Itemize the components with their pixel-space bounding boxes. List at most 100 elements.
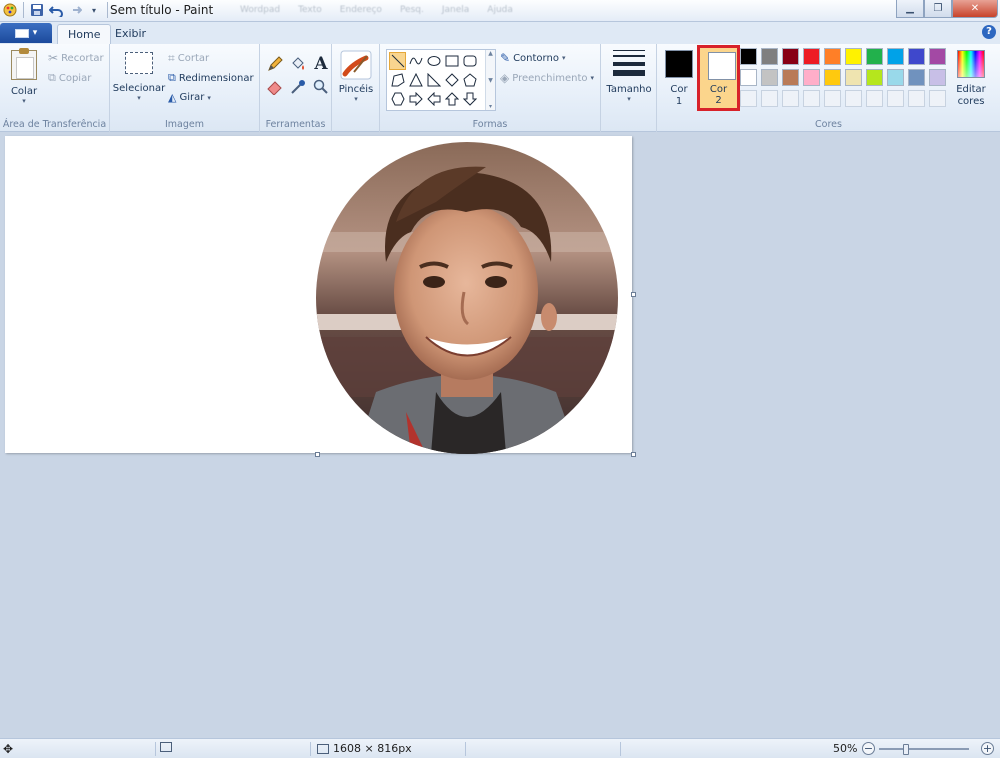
zoom-slider-knob[interactable] [903, 744, 909, 755]
palette-swatch[interactable] [866, 69, 883, 86]
zoom-slider[interactable] [879, 744, 969, 755]
drawing-canvas[interactable] [5, 136, 636, 457]
palette-swatch[interactable] [845, 69, 862, 86]
color2-button[interactable]: Cor 2 [697, 45, 740, 111]
close-button[interactable]: ✕ [952, 0, 998, 18]
oval-shape-icon[interactable] [425, 52, 442, 70]
paint-app-icon[interactable] [2, 2, 18, 18]
fill-icon[interactable] [288, 54, 308, 74]
palette-swatch[interactable] [761, 48, 778, 65]
right-arrow-shape-icon[interactable] [407, 90, 424, 108]
scroll-up-icon[interactable]: ▲ [488, 50, 493, 57]
minimize-button[interactable]: ▁ [896, 0, 924, 18]
customize-qat-icon[interactable]: ▾ [86, 2, 102, 18]
palette-swatch[interactable] [908, 69, 925, 86]
minimize-icon: ▁ [906, 3, 914, 14]
redo-icon[interactable] [67, 2, 83, 18]
maximize-button[interactable]: ❐ [924, 0, 952, 18]
triangle-shape-icon[interactable] [407, 71, 424, 89]
palette-swatch[interactable] [740, 69, 757, 86]
cut-button[interactable]: ✂ Recortar [48, 51, 104, 65]
undo-icon[interactable] [48, 2, 64, 18]
crop-button[interactable]: ⌗ Cortar [168, 51, 209, 66]
size-label: Tamanho [606, 84, 652, 95]
color-picker-icon[interactable] [288, 77, 308, 97]
palette-swatch[interactable] [929, 48, 946, 65]
hexagon-shape-icon[interactable] [389, 90, 406, 108]
fill-button[interactable]: ◈ Preenchimento ▾ [500, 71, 594, 85]
curve-shape-icon[interactable] [407, 52, 424, 70]
palette-swatch[interactable] [740, 48, 757, 65]
palette-swatch[interactable] [761, 69, 778, 86]
paint-menu-button[interactable]: ▾ [0, 23, 52, 43]
tab-home[interactable]: Home [57, 24, 112, 44]
resize-handle-right[interactable] [631, 292, 636, 297]
down-arrow-shape-icon[interactable] [461, 90, 478, 108]
palette-swatch[interactable] [929, 69, 946, 86]
palette-swatch[interactable] [866, 48, 883, 65]
chevron-down-icon: ▾ [590, 74, 595, 82]
palette-empty-slot[interactable] [761, 90, 778, 107]
resize-icon: ⧉ [168, 71, 176, 84]
palette-empty-slot[interactable] [908, 90, 925, 107]
line-shape-icon[interactable] [389, 52, 406, 70]
tools-group: A Ferramentas [260, 44, 332, 132]
rectangle-shape-icon[interactable] [443, 52, 460, 70]
resize-handle-bottom[interactable] [315, 452, 320, 457]
palette-empty-slot[interactable] [845, 90, 862, 107]
zoom-out-button[interactable]: − [862, 742, 875, 755]
outline-pen-icon: ✎ [500, 51, 511, 65]
palette-swatch[interactable] [782, 48, 799, 65]
cursor-position: ✥ [3, 742, 13, 756]
palette-swatch[interactable] [887, 69, 904, 86]
palette-empty-slot[interactable] [866, 90, 883, 107]
palette-swatch[interactable] [908, 48, 925, 65]
tab-exibir[interactable]: Exibir [105, 24, 156, 44]
up-arrow-shape-icon[interactable] [443, 90, 460, 108]
resize-button[interactable]: ⧉ Redimensionar [168, 71, 254, 85]
canvas-workspace[interactable] [0, 132, 1000, 738]
palette-empty-slot[interactable] [740, 90, 757, 107]
eraser-icon[interactable] [265, 77, 285, 97]
pentagon-shape-icon[interactable] [461, 71, 478, 89]
rotate-button[interactable]: ◭ Girar ▾ [168, 91, 211, 104]
resize-handle-corner[interactable] [631, 452, 636, 457]
palette-empty-slot[interactable] [929, 90, 946, 107]
palette-swatch[interactable] [803, 48, 820, 65]
help-icon[interactable]: ? [982, 25, 996, 39]
magnifier-icon[interactable] [311, 77, 331, 97]
palette-swatch[interactable] [824, 48, 841, 65]
left-arrow-shape-icon[interactable] [425, 90, 442, 108]
edit-colors-button[interactable]: Editar cores [955, 50, 987, 107]
dimensions-text: 1608 × 816px [333, 742, 412, 755]
palette-empty-slot[interactable] [824, 90, 841, 107]
pencil-icon[interactable] [265, 54, 285, 74]
status-separator [465, 742, 466, 756]
palette-swatch[interactable] [824, 69, 841, 86]
brushes-button[interactable]: Pincéis ▾ [338, 50, 374, 103]
palette-swatch[interactable] [887, 48, 904, 65]
size-button[interactable]: Tamanho ▾ [605, 50, 653, 103]
scroll-down-icon[interactable]: ▼ [488, 77, 493, 84]
palette-swatch[interactable] [782, 69, 799, 86]
color1-button[interactable]: Cor 1 [664, 50, 694, 107]
palette-empty-slot[interactable] [782, 90, 799, 107]
palette-empty-slot[interactable] [803, 90, 820, 107]
save-icon[interactable] [29, 2, 45, 18]
palette-empty-slot[interactable] [887, 90, 904, 107]
expand-gallery-icon[interactable]: ▾ [489, 103, 492, 110]
diamond-shape-icon[interactable] [443, 71, 460, 89]
select-button[interactable]: Selecionar ▾ [113, 52, 165, 102]
right-triangle-shape-icon[interactable] [425, 71, 442, 89]
rounded-rectangle-shape-icon[interactable] [461, 52, 478, 70]
text-icon[interactable]: A [311, 54, 331, 74]
paste-button[interactable]: Colar ▾ [8, 48, 40, 105]
palette-swatch[interactable] [803, 69, 820, 86]
copy-button[interactable]: ⧉ Copiar [48, 71, 91, 85]
shapes-scrollbar[interactable]: ▲ ▼ ▾ [485, 50, 495, 110]
outline-button[interactable]: ✎ Contorno ▾ [500, 51, 565, 65]
palette-swatch[interactable] [845, 48, 862, 65]
outline-label: Contorno [513, 52, 559, 64]
zoom-in-button[interactable]: + [981, 742, 994, 755]
polygon-shape-icon[interactable] [389, 71, 406, 89]
